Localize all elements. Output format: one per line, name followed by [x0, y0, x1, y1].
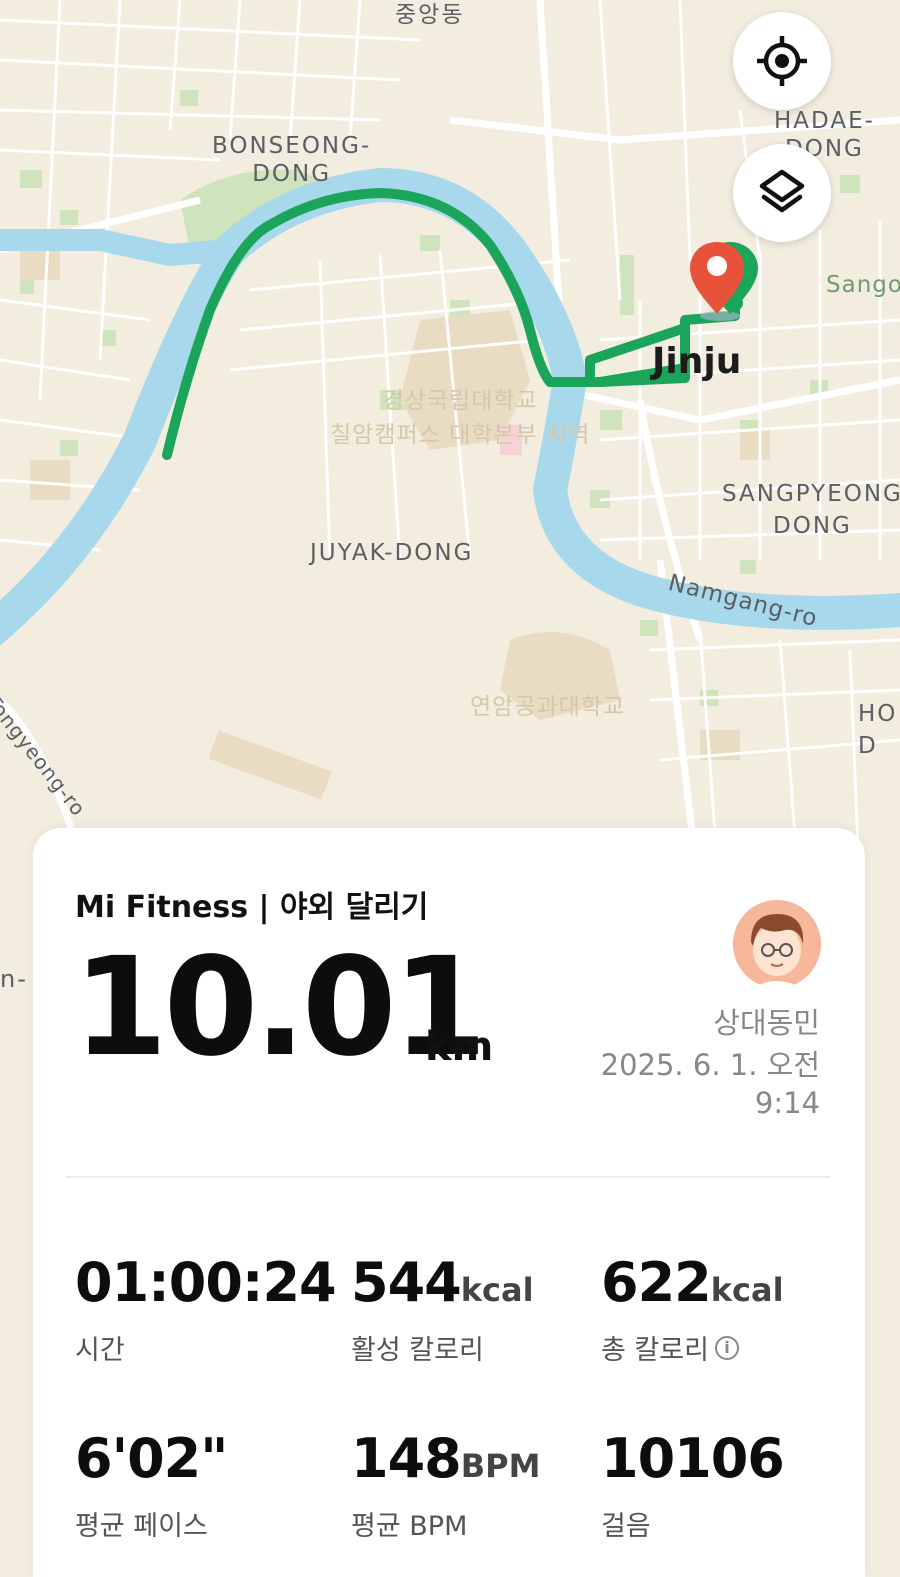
user-avatar-icon: [733, 900, 821, 988]
stat-active-cal-label: 활성 칼로리: [351, 1335, 484, 1366]
label-n: n-: [0, 965, 28, 993]
stat-total-cal-value: 622: [601, 1251, 712, 1314]
stat-pace-value: 6'02": [75, 1427, 228, 1490]
map-pin-icon: [680, 236, 760, 326]
stat-bpm-unit: BPM: [460, 1447, 541, 1485]
label-university-1: 경상국립대학교 칠암캠퍼스 대학본부 지역: [330, 388, 591, 448]
stat-steps-value: 10106: [601, 1427, 785, 1490]
stat-total-cal-unit: kcal: [710, 1271, 784, 1309]
workout-date: 2025. 6. 1. 오전 9:14: [520, 1046, 820, 1122]
route-map[interactable]: 중앙동 HADAE- DONG BONSEONG- DONG Sango Jin…: [0, 0, 900, 993]
label-jinju: Jinju: [652, 341, 742, 382]
stat-time: 01:00:24 시간: [75, 1256, 337, 1367]
locate-target-icon: [757, 36, 807, 86]
info-icon[interactable]: i: [714, 1335, 739, 1360]
stat-pace: 6'02" 평균 페이스: [75, 1432, 228, 1543]
stat-steps-label: 걸음: [601, 1511, 651, 1542]
workout-date-line2: 9:14: [754, 1086, 820, 1120]
label-ho: HO D: [858, 701, 898, 759]
stat-active-cal-unit: kcal: [460, 1271, 534, 1309]
distance-unit: km: [425, 1024, 494, 1070]
workout-title: Mi Fitness | 야외 달리기: [75, 890, 429, 925]
label-sangpyeong: SANGPYEONG DONG: [722, 481, 900, 539]
stat-bpm: 148BPM 평균 BPM: [351, 1432, 540, 1543]
user-name: 상대동민: [713, 1006, 820, 1040]
distance-value: 10.01: [73, 929, 487, 1087]
workout-date-line1: 2025. 6. 1. 오전: [600, 1048, 820, 1082]
label-sang: Sango: [826, 272, 900, 298]
layers-button[interactable]: [733, 144, 831, 242]
workout-summary-card: Mi Fitness | 야외 달리기 10.01 km 상대동민 2025. …: [33, 828, 865, 1577]
avatar[interactable]: [733, 900, 821, 988]
stat-steps: 10106 걸음: [601, 1432, 785, 1543]
divider: [66, 1176, 830, 1178]
stat-time-value: 01:00:24: [75, 1251, 337, 1314]
stat-bpm-value: 148: [351, 1427, 462, 1490]
stat-time-label: 시간: [75, 1335, 125, 1366]
layers-icon: [759, 169, 805, 213]
stat-total-cal-label: 총 칼로리: [601, 1335, 709, 1366]
stat-bpm-label: 평균 BPM: [351, 1511, 468, 1542]
locate-button[interactable]: [733, 12, 831, 110]
stat-active-calories: 544kcal 활성 칼로리: [351, 1256, 534, 1367]
label-juyak: JUYAK-DONG: [310, 540, 474, 566]
label-university-2: 연암공과대학교: [470, 694, 626, 720]
stat-total-calories: 622kcal 총 칼로리 i: [601, 1256, 784, 1367]
label-jungang: 중앙동: [395, 2, 465, 28]
stat-pace-label: 평균 페이스: [75, 1511, 208, 1542]
stat-active-cal-value: 544: [351, 1251, 462, 1314]
label-bonseong: BONSEONG- DONG: [212, 133, 372, 187]
